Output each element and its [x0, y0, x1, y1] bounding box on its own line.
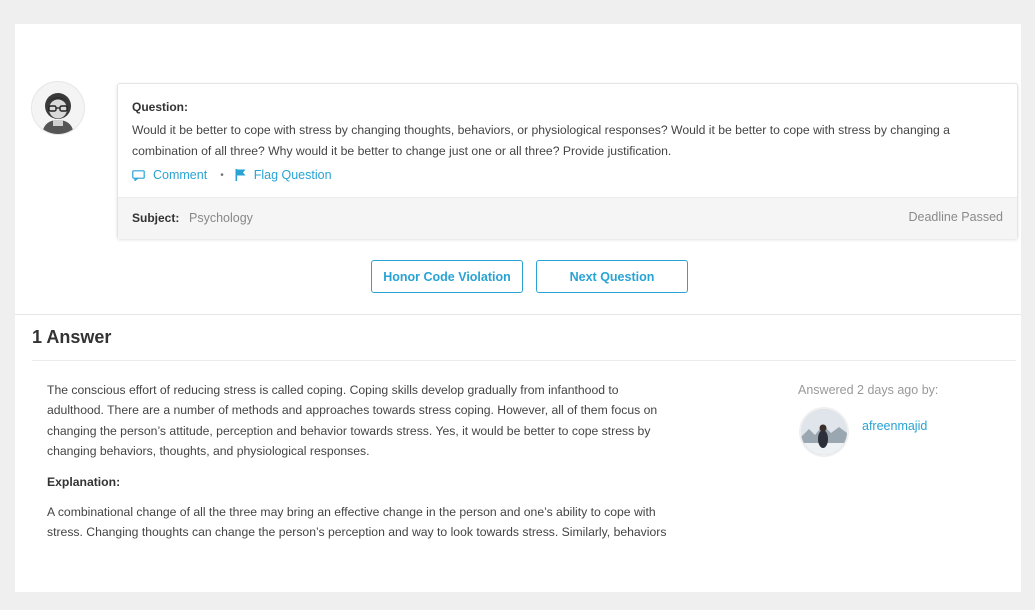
answers-heading: 1 Answer	[32, 327, 112, 347]
answer-line: changing the person’s attitude, percepti…	[47, 423, 651, 438]
comment-icon	[132, 169, 145, 181]
question-label: Question:	[132, 100, 188, 114]
next-question-button[interactable]: Next Question	[536, 260, 688, 293]
question-text-line: combination of all three? Why would it b…	[132, 143, 672, 158]
flag-icon	[235, 169, 246, 181]
divider	[15, 314, 1021, 315]
question-footer: Subject: Psychology Deadline Passed	[118, 197, 1017, 239]
answer-line: changing behaviors, thoughts, and physio…	[47, 444, 370, 459]
answerer-username-link[interactable]: afreenmajid	[862, 419, 927, 433]
answer-line: adulthood. There are a number of methods…	[47, 403, 658, 418]
explanation-label: Explanation:	[47, 474, 121, 489]
answered-by-label: Answered 2 days ago by:	[798, 383, 939, 397]
asker-avatar-icon	[32, 82, 84, 134]
answer-line: The conscious effort of reducing stress …	[47, 383, 619, 397]
divider	[32, 360, 1016, 361]
subject-label: Subject:	[132, 211, 180, 225]
question-actions: Comment • Flag Question	[132, 168, 332, 182]
separator-dot: •	[220, 169, 224, 181]
answer-paragraph: The conscious effort of reducing stress …	[47, 380, 687, 462]
question-page-card: Question: Would it be better to cope wit…	[15, 24, 1021, 592]
answerer-avatar[interactable]	[801, 409, 847, 455]
answer-line: A combinational change of all the three …	[47, 504, 656, 519]
flag-question-label: Flag Question	[253, 168, 332, 182]
comment-label: Comment	[153, 168, 208, 182]
question-text-line: Would it be better to cope with stress b…	[132, 123, 950, 137]
question-text: Would it be better to cope with stress b…	[132, 120, 992, 161]
question-box: Question: Would it be better to cope wit…	[117, 83, 1018, 239]
flag-question-link[interactable]: Flag Question	[235, 168, 332, 182]
answer-body: The conscious effort of reducing stress …	[47, 380, 687, 542]
answer-line: stress. Changing thoughts can change the…	[47, 525, 667, 540]
subject-value[interactable]: Psychology	[189, 211, 253, 225]
honor-code-violation-button[interactable]: Honor Code Violation	[371, 260, 523, 293]
deadline-status: Deadline Passed	[908, 210, 1003, 224]
comment-link[interactable]: Comment	[132, 168, 207, 182]
answer-paragraph: A combinational change of all the three …	[47, 502, 687, 543]
